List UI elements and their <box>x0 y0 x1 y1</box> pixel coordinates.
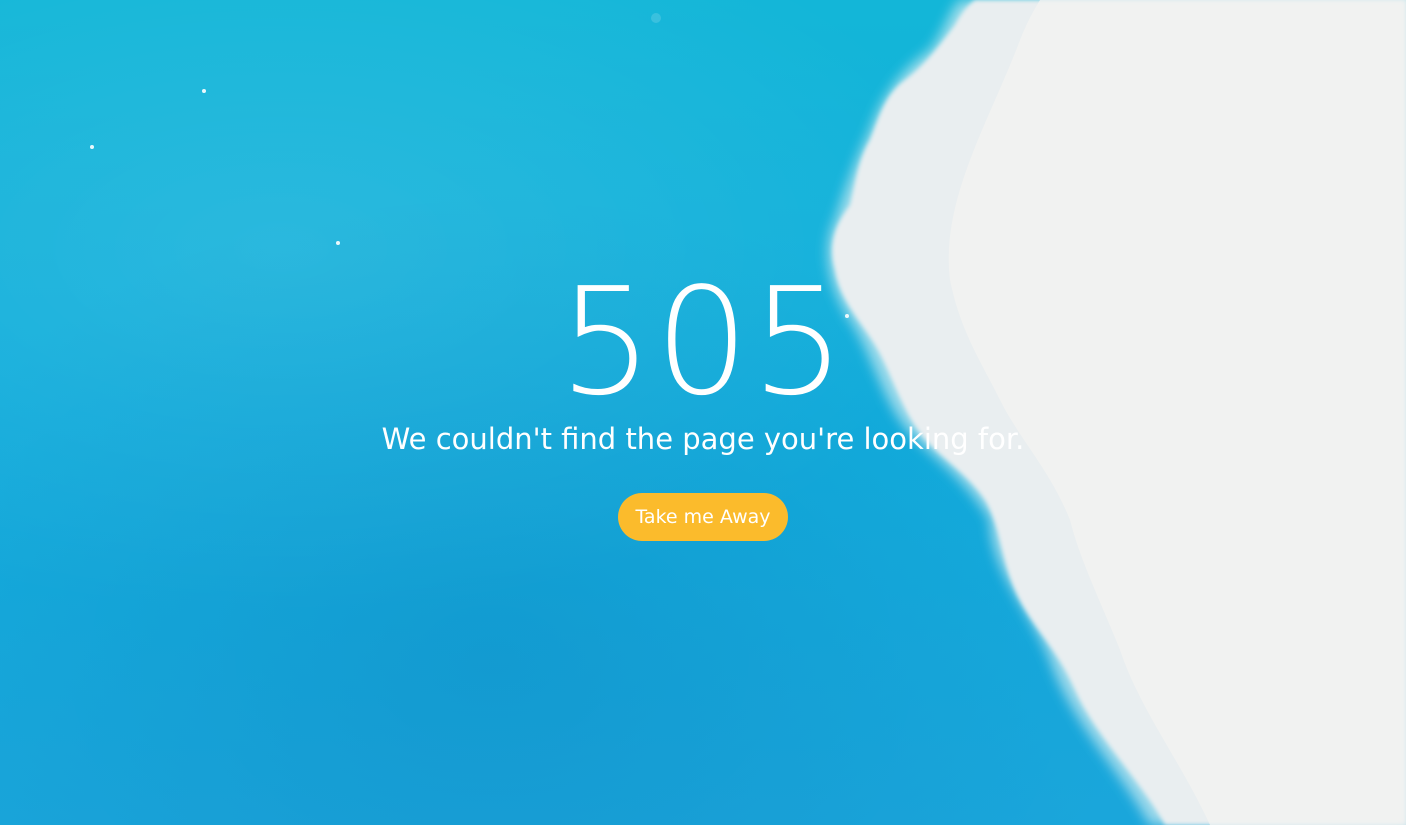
take-me-away-button[interactable]: Take me Away <box>618 493 788 541</box>
error-code: 505 <box>558 256 848 428</box>
error-page-content: 505 We couldn't find the page you're loo… <box>0 0 1406 825</box>
error-message: We couldn't find the page you're looking… <box>381 422 1025 456</box>
